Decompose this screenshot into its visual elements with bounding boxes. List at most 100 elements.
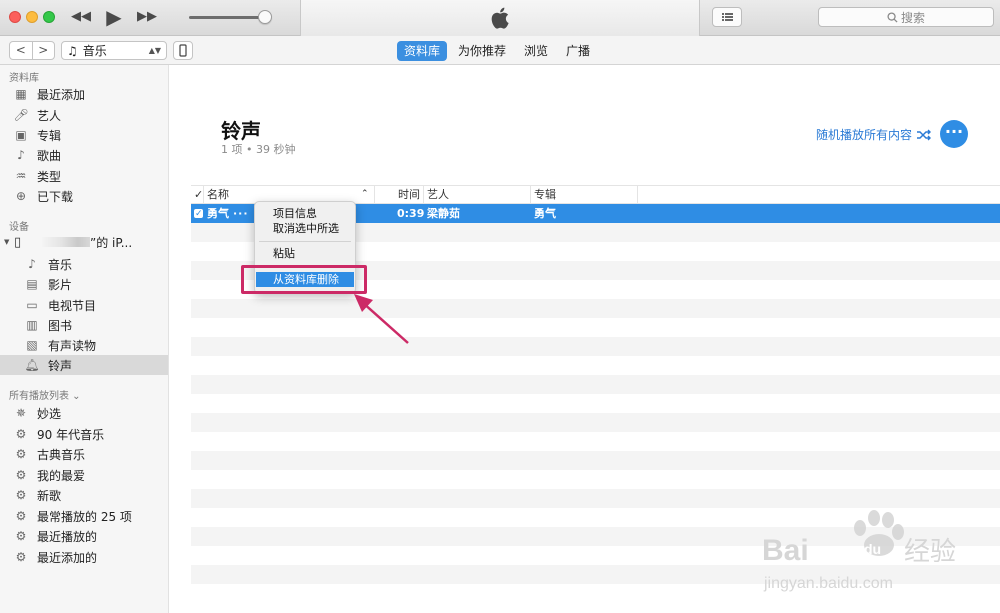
column-header-time[interactable]: 时间 (398, 186, 420, 203)
gear-icon: ⚙ (15, 509, 27, 523)
column-divider (203, 186, 204, 203)
empty-table-row (191, 337, 1000, 356)
empty-table-row (191, 356, 1000, 375)
play-icon[interactable]: ▶ (103, 6, 125, 28)
empty-table-row (191, 375, 1000, 394)
shuffle-all-button[interactable]: 随机播放所有内容 (816, 126, 932, 143)
column-header-album[interactable]: 专辑 (534, 186, 556, 203)
audiobook-icon: ▧ (26, 338, 38, 352)
menu-item-get-info[interactable]: 项目信息 (256, 206, 354, 221)
up-next-list-button[interactable] (712, 7, 742, 27)
sidebar-item-device-audiobooks[interactable]: ▧ 有声读物 (0, 335, 168, 355)
minimize-window-button[interactable] (26, 11, 38, 23)
sidebar-item-device-books[interactable]: ▥ 图书 (0, 315, 168, 335)
gear-icon: ⚙ (15, 488, 27, 502)
device-name-label: ”的 iP... (90, 235, 133, 250)
disclosure-triangle-icon: ▼ (4, 238, 10, 246)
device-button[interactable] (173, 41, 193, 60)
volume-knob[interactable] (258, 10, 272, 24)
watermark-url: jingyan.baidu.com (763, 575, 893, 592)
back-button[interactable]: < (10, 42, 32, 59)
device-row[interactable]: ▼ ▯ ”的 iP... (0, 233, 168, 251)
sidebar-item-playlist-top-25[interactable]: ⚙ 最常播放的 25 项 (0, 506, 168, 526)
sort-ascending-icon: ⌃ (361, 189, 369, 199)
playlists-section-header[interactable]: 所有播放列表 ⌄ (9, 387, 81, 402)
sidebar-item-playlist-recently-played[interactable]: ⚙ 最近播放的 (0, 526, 168, 546)
status-display (300, 0, 700, 36)
sidebar-item-artists[interactable]: 🎤︎ 艺人 (0, 105, 168, 125)
chevron-down-icon: ⌄ (69, 391, 81, 402)
sidebar-item-playlist-favorites[interactable]: ⚙ 我的最爱 (0, 465, 168, 485)
volume-slider[interactable] (189, 16, 267, 19)
sidebar-item-genres[interactable]: ♒ 类型 (0, 166, 168, 186)
tab-for-you[interactable]: 为你推荐 (451, 41, 513, 61)
devices-section-header: 设备 (9, 222, 29, 233)
column-divider (423, 186, 424, 203)
sidebar-item-device-tv[interactable]: ▭ 电视节目 (0, 295, 168, 315)
zoom-window-button[interactable] (43, 11, 55, 23)
sidebar-item-device-music[interactable]: ♪ 音乐 (0, 254, 168, 274)
menu-item-paste[interactable]: 粘贴 (256, 246, 354, 261)
song-artist: 梁静茹 (427, 207, 460, 220)
song-more-icon[interactable]: ··· (233, 204, 249, 223)
column-divider (374, 186, 375, 203)
sidebar: 资料库 ▦ 最近添加 🎤︎ 艺人 ▣ 专辑 ♪ 歌曲 ♒ 类型 ⊕ 已下载 设备 ▼ ▯ ”… (0, 65, 169, 613)
media-kind-label: 音乐 (82, 44, 107, 58)
shuffle-label: 随机播放所有内容 (815, 128, 912, 142)
item-summary: 1 项 • 39 秒钟 (221, 143, 296, 156)
empty-table-row (191, 451, 1000, 470)
tab-bar: 资料库 为你推荐 浏览 广播 (397, 41, 597, 61)
sidebar-item-playlist-90s[interactable]: ⚙ 90 年代音乐 (0, 424, 168, 444)
column-header-name[interactable]: 名称 (207, 186, 229, 203)
menu-separator (259, 241, 351, 242)
watermark-brand-suffix: du (864, 541, 881, 557)
book-icon: ▥ (26, 318, 38, 332)
watermark-brand: Bai (762, 534, 809, 567)
media-kind-select[interactable]: ♫ 音乐 ▲▼ (61, 41, 167, 60)
empty-table-row (191, 432, 1000, 451)
sidebar-item-playlist-new-songs[interactable]: ⚙ 新歌 (0, 485, 168, 505)
close-window-button[interactable] (9, 11, 21, 23)
bell-icon: 🔔︎ (24, 358, 40, 372)
tv-icon: ▭ (26, 298, 38, 312)
tab-library[interactable]: 资料库 (397, 41, 448, 61)
empty-table-row (191, 470, 1000, 489)
sidebar-item-playlist-recently-added[interactable]: ⚙ 最近添加的 (0, 547, 168, 567)
more-options-button[interactable]: ··· (940, 120, 968, 148)
sidebar-item-playlist-genius[interactable]: ✵ 妙选 (0, 403, 168, 423)
sidebar-item-albums[interactable]: ▣ 专辑 (0, 125, 168, 145)
sidebar-item-device-tones[interactable]: 🔔︎ 铃声 (0, 355, 168, 375)
column-header-check[interactable]: ✓ (194, 186, 203, 203)
song-album: 勇气 (534, 207, 556, 220)
sidebar-item-playlist-classical[interactable]: ⚙ 古典音乐 (0, 444, 168, 464)
tab-browse[interactable]: 浏览 (517, 41, 555, 61)
album-icon: ▣ (15, 128, 27, 142)
column-divider (530, 186, 531, 203)
page-title: 铃声 (221, 119, 261, 143)
title-bar: ◀◀ ▶ ▶▶ 搜索 (0, 0, 1000, 36)
row-checkbox[interactable]: ✓ (194, 204, 203, 223)
song-name: 勇气 (207, 207, 229, 220)
song-time: 0:39 (397, 207, 425, 220)
music-note-icon: ♫ (67, 43, 78, 58)
sidebar-item-device-movies[interactable]: ▤ 影片 (0, 274, 168, 294)
sidebar-item-songs[interactable]: ♪ 歌曲 (0, 145, 168, 165)
empty-table-row (191, 318, 1000, 337)
search-placeholder: 搜索 (900, 10, 925, 25)
select-arrows-icon: ▲▼ (148, 46, 161, 55)
fast-forward-icon[interactable]: ▶▶ (136, 6, 158, 28)
note-icon: ♪ (17, 148, 25, 162)
menu-item-uncheck-selection[interactable]: 取消选中所选 (256, 221, 354, 236)
shuffle-icon (917, 129, 931, 140)
checkmark-icon: ✓ (195, 209, 203, 219)
search-icon (887, 11, 898, 23)
sidebar-item-recently-added[interactable]: ▦ 最近添加 (0, 84, 168, 104)
sidebar-item-downloaded[interactable]: ⊕ 已下载 (0, 186, 168, 206)
search-input[interactable]: 搜索 (818, 7, 994, 27)
column-header-artist[interactable]: 艺人 (427, 186, 449, 203)
column-divider (637, 186, 638, 203)
forward-button[interactable]: > (31, 42, 55, 59)
rewind-icon[interactable]: ◀◀ (70, 6, 92, 28)
tab-radio[interactable]: 广播 (559, 41, 597, 61)
navigation-buttons: < > (9, 41, 55, 60)
